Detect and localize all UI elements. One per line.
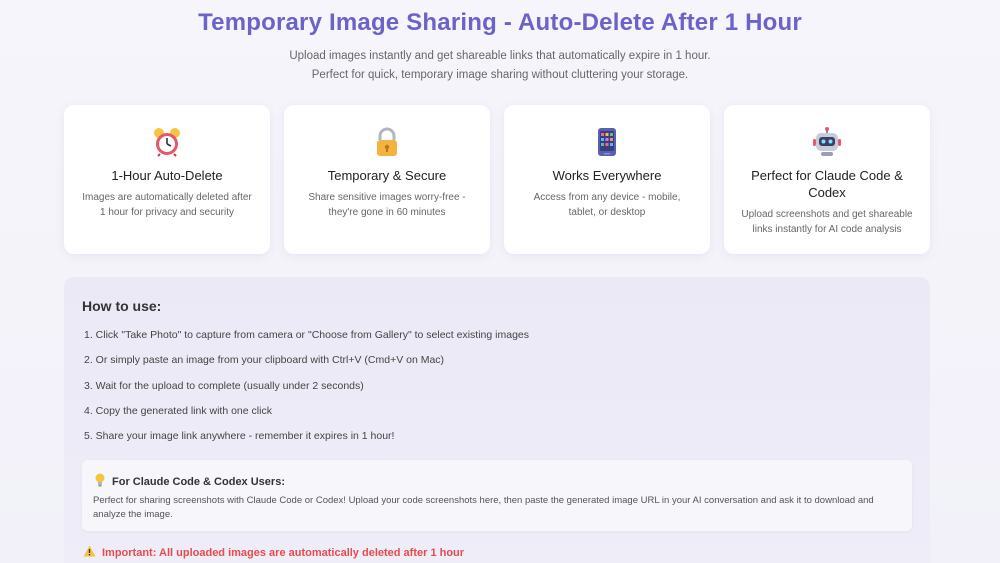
tip-header: For Claude Code & Codex Users: — [94, 473, 285, 490]
tip-body: Perfect for sharing screenshots with Cla… — [93, 495, 874, 520]
feature-title: 1-Hour Auto-Delete — [111, 168, 223, 183]
feature-desc-line: 1 hour for privacy and security — [100, 207, 234, 218]
step-item: 4. Copy the generated link with one clic… — [84, 404, 272, 417]
feature-cards: 1-Hour Auto-Delete Images are automatica… — [64, 105, 930, 254]
tip-title: For Claude Code & Codex Users: — [112, 475, 285, 488]
page-subtitle: Upload images instantly and get shareabl… — [0, 47, 1000, 85]
step-item: 3. Wait for the upload to complete (usua… — [84, 379, 364, 392]
feature-desc: Share sensitive images worry-free - they… — [298, 190, 476, 220]
alarm-clock-icon — [64, 127, 270, 157]
feature-title: Works Everywhere — [552, 168, 662, 183]
feature-desc-line: Images are automatically deleted after — [82, 192, 252, 203]
feature-desc-line: Access from any device - mobile, — [533, 192, 681, 203]
robot-icon — [724, 127, 930, 157]
feature-title: Temporary & Secure — [327, 168, 447, 183]
feature-desc-line: Share sensitive images worry-free - — [308, 192, 466, 203]
feature-desc-line: tablet, or desktop — [568, 207, 646, 218]
feature-desc: Upload screenshots and get shareable lin… — [738, 207, 916, 237]
how-to-use-section: How to use: 1. Click "Take Photo" to cap… — [64, 277, 930, 563]
important-text: Important: All uploaded images are autom… — [102, 546, 465, 559]
how-to-heading: How to use: — [82, 298, 162, 314]
feature-card-everywhere: Works Everywhere Access from any device … — [504, 105, 710, 254]
feature-card-claude-codex: Perfect for Claude Code & Codex Upload s… — [724, 105, 930, 254]
page-title: Temporary Image Sharing - Auto-Delete Af… — [198, 9, 802, 36]
warning-icon — [83, 545, 96, 560]
mobile-phone-icon — [504, 127, 710, 157]
feature-title: Perfect for Claude Code & Codex — [751, 168, 903, 200]
feature-desc-line: they're gone in 60 minutes — [328, 207, 446, 218]
feature-desc-line: Upload screenshots and get shareable — [741, 209, 913, 220]
steps-list: 1. Click "Take Photo" to capture from ca… — [84, 328, 529, 454]
lock-icon — [284, 127, 490, 157]
claude-codex-tip-box: For Claude Code & Codex Users: Perfect f… — [82, 460, 912, 531]
subtitle-line-1: Upload images instantly and get shareabl… — [289, 50, 711, 62]
feature-desc-line: links instantly for AI code analysis — [752, 224, 902, 235]
feature-card-secure: Temporary & Secure Share sensitive image… — [284, 105, 490, 254]
feature-desc: Access from any device - mobile, tablet,… — [518, 190, 696, 220]
step-item: 1. Click "Take Photo" to capture from ca… — [84, 329, 530, 341]
step-item: 2. Or simply paste an image from your cl… — [84, 354, 445, 367]
subtitle-line-2: Perfect for quick, temporary image shari… — [311, 69, 689, 81]
feature-desc: Images are automatically deleted after 1… — [78, 190, 256, 220]
lightbulb-icon — [94, 473, 106, 490]
step-item: 5. Share your image link anywhere - reme… — [84, 430, 395, 443]
feature-card-auto-delete: 1-Hour Auto-Delete Images are automatica… — [64, 105, 270, 254]
important-notice: Important: All uploaded images are autom… — [83, 545, 464, 560]
